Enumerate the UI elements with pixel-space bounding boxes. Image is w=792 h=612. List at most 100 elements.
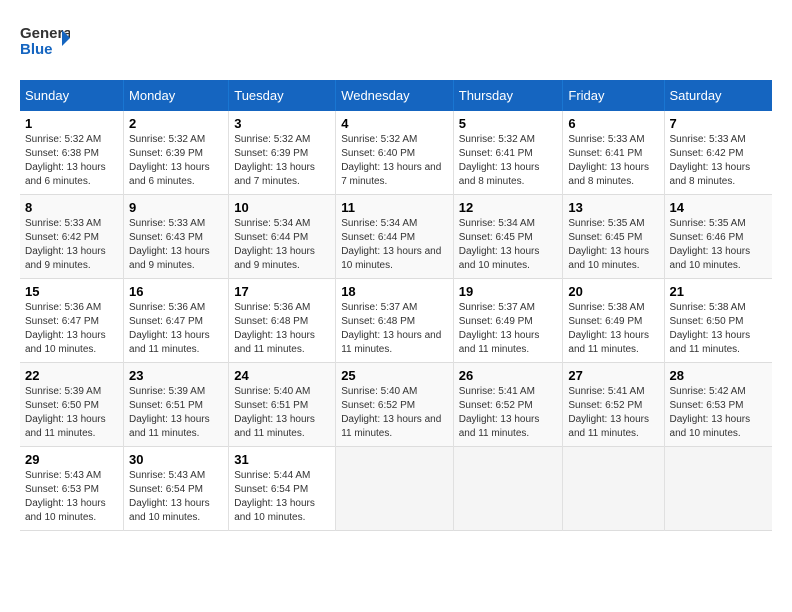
day-cell: 18Sunrise: 5:37 AMSunset: 6:48 PMDayligh… xyxy=(336,279,454,363)
day-cell: 13 Sunrise: 5:35 AMSunset: 6:45 PMDayligh… xyxy=(563,195,664,279)
day-info: Sunrise: 5:40 AMSunset: 6:52 PMDaylight:… xyxy=(341,385,448,441)
day-number: 1 xyxy=(25,116,118,131)
day-number: 13 xyxy=(568,200,658,215)
day-cell: 17 Sunrise: 5:36 AMSunset: 6:48 PMDayligh… xyxy=(229,279,336,363)
week-row-1: 1 Sunrise: 5:32 AMSunset: 6:38 PMDaylight… xyxy=(20,111,772,195)
day-info: Sunrise: 5:38 AMSunset: 6:50 PMDaylight:… xyxy=(670,301,767,357)
header-thursday: Thursday xyxy=(453,80,563,111)
day-info: Sunrise: 5:42 AMSunset: 6:53 PMDaylight:… xyxy=(670,385,767,441)
day-cell: 9Sunrise: 5:33 AMSunset: 6:43 PMDaylight… xyxy=(124,195,229,279)
day-number: 23 xyxy=(129,368,223,383)
logo: General Blue xyxy=(20,20,70,70)
day-cell: 25Sunrise: 5:40 AMSunset: 6:52 PMDayligh… xyxy=(336,363,454,447)
day-cell: 14 Sunrise: 5:35 AMSunset: 6:46 PMDayligh… xyxy=(664,195,772,279)
day-cell: 12 Sunrise: 5:34 AMSunset: 6:45 PMDayligh… xyxy=(453,195,563,279)
page-header: General Blue xyxy=(20,20,772,70)
day-number: 6 xyxy=(568,116,658,131)
svg-text:Blue: Blue xyxy=(20,41,53,58)
day-number: 11 xyxy=(341,200,448,215)
day-cell: 7 Sunrise: 5:33 AMSunset: 6:42 PMDaylight… xyxy=(664,111,772,195)
day-number: 12 xyxy=(459,200,558,215)
day-cell xyxy=(336,447,454,531)
day-cell: 1 Sunrise: 5:32 AMSunset: 6:38 PMDaylight… xyxy=(20,111,124,195)
day-number: 20 xyxy=(568,284,658,299)
day-number: 17 xyxy=(234,284,330,299)
day-cell: 22 Sunrise: 5:39 AMSunset: 6:50 PMDayligh… xyxy=(20,363,124,447)
day-cell: 30 Sunrise: 5:43 AMSunset: 6:54 PMDayligh… xyxy=(124,447,229,531)
week-row-3: 15Sunrise: 5:36 AMSunset: 6:47 PMDayligh… xyxy=(20,279,772,363)
day-cell: 26Sunrise: 5:41 AMSunset: 6:52 PMDayligh… xyxy=(453,363,563,447)
week-row-5: 29 Sunrise: 5:43 AMSunset: 6:53 PMDayligh… xyxy=(20,447,772,531)
day-info: Sunrise: 5:35 AMSunset: 6:45 PMDaylight:… xyxy=(568,217,658,273)
day-cell: 16 Sunrise: 5:36 AMSunset: 6:47 PMDayligh… xyxy=(124,279,229,363)
day-cell: 4Sunrise: 5:32 AMSunset: 6:40 PMDaylight… xyxy=(336,111,454,195)
day-info: Sunrise: 5:32 AMSunset: 6:41 PMDaylight:… xyxy=(459,133,558,189)
day-info: Sunrise: 5:34 AMSunset: 6:45 PMDaylight:… xyxy=(459,217,558,273)
day-cell: 11 Sunrise: 5:34 AMSunset: 6:44 PMDayligh… xyxy=(336,195,454,279)
day-number: 10 xyxy=(234,200,330,215)
day-number: 8 xyxy=(25,200,118,215)
header-row: SundayMondayTuesdayWednesdayThursdayFrid… xyxy=(20,80,772,111)
day-info: Sunrise: 5:34 AMSunset: 6:44 PMDaylight:… xyxy=(234,217,330,273)
day-info: Sunrise: 5:38 AMSunset: 6:49 PMDaylight:… xyxy=(568,301,658,357)
day-info: Sunrise: 5:37 AMSunset: 6:49 PMDaylight:… xyxy=(459,301,558,357)
logo-icon: General Blue xyxy=(20,20,70,65)
day-info: Sunrise: 5:32 AMSunset: 6:39 PMDaylight:… xyxy=(129,133,223,189)
day-number: 16 xyxy=(129,284,223,299)
day-cell: 15Sunrise: 5:36 AMSunset: 6:47 PMDayligh… xyxy=(20,279,124,363)
day-number: 14 xyxy=(670,200,767,215)
day-info: Sunrise: 5:36 AMSunset: 6:47 PMDaylight:… xyxy=(129,301,223,357)
header-wednesday: Wednesday xyxy=(336,80,454,111)
day-info: Sunrise: 5:43 AMSunset: 6:53 PMDaylight:… xyxy=(25,469,118,525)
day-info: Sunrise: 5:32 AMSunset: 6:38 PMDaylight:… xyxy=(25,133,118,189)
day-info: Sunrise: 5:41 AMSunset: 6:52 PMDaylight:… xyxy=(459,385,558,441)
day-cell: 19 Sunrise: 5:37 AMSunset: 6:49 PMDayligh… xyxy=(453,279,563,363)
day-cell: 6Sunrise: 5:33 AMSunset: 6:41 PMDaylight… xyxy=(563,111,664,195)
day-info: Sunrise: 5:33 AMSunset: 6:42 PMDaylight:… xyxy=(670,133,767,189)
day-number: 28 xyxy=(670,368,767,383)
day-number: 27 xyxy=(568,368,658,383)
day-cell: 27 Sunrise: 5:41 AMSunset: 6:52 PMDayligh… xyxy=(563,363,664,447)
day-cell: 29 Sunrise: 5:43 AMSunset: 6:53 PMDayligh… xyxy=(20,447,124,531)
day-cell: 3Sunrise: 5:32 AMSunset: 6:39 PMDaylight… xyxy=(229,111,336,195)
day-cell xyxy=(664,447,772,531)
day-number: 2 xyxy=(129,116,223,131)
day-info: Sunrise: 5:35 AMSunset: 6:46 PMDaylight:… xyxy=(670,217,767,273)
day-cell: 24 Sunrise: 5:40 AMSunset: 6:51 PMDayligh… xyxy=(229,363,336,447)
day-info: Sunrise: 5:39 AMSunset: 6:50 PMDaylight:… xyxy=(25,385,118,441)
day-info: Sunrise: 5:40 AMSunset: 6:51 PMDaylight:… xyxy=(234,385,330,441)
day-number: 19 xyxy=(459,284,558,299)
day-info: Sunrise: 5:36 AMSunset: 6:47 PMDaylight:… xyxy=(25,301,118,357)
day-info: Sunrise: 5:43 AMSunset: 6:54 PMDaylight:… xyxy=(129,469,223,525)
day-cell: 2 Sunrise: 5:32 AMSunset: 6:39 PMDaylight… xyxy=(124,111,229,195)
day-info: Sunrise: 5:39 AMSunset: 6:51 PMDaylight:… xyxy=(129,385,223,441)
day-cell xyxy=(453,447,563,531)
day-number: 29 xyxy=(25,452,118,467)
day-number: 5 xyxy=(459,116,558,131)
day-info: Sunrise: 5:44 AMSunset: 6:54 PMDaylight:… xyxy=(234,469,330,525)
day-number: 21 xyxy=(670,284,767,299)
day-number: 7 xyxy=(670,116,767,131)
day-info: Sunrise: 5:34 AMSunset: 6:44 PMDaylight:… xyxy=(341,217,448,273)
header-saturday: Saturday xyxy=(664,80,772,111)
day-cell: 21 Sunrise: 5:38 AMSunset: 6:50 PMDayligh… xyxy=(664,279,772,363)
day-cell: 10 Sunrise: 5:34 AMSunset: 6:44 PMDayligh… xyxy=(229,195,336,279)
day-cell xyxy=(563,447,664,531)
day-number: 31 xyxy=(234,452,330,467)
day-number: 30 xyxy=(129,452,223,467)
day-number: 22 xyxy=(25,368,118,383)
header-tuesday: Tuesday xyxy=(229,80,336,111)
calendar-table: SundayMondayTuesdayWednesdayThursdayFrid… xyxy=(20,80,772,531)
week-row-4: 22 Sunrise: 5:39 AMSunset: 6:50 PMDayligh… xyxy=(20,363,772,447)
header-sunday: Sunday xyxy=(20,80,124,111)
day-info: Sunrise: 5:32 AMSunset: 6:40 PMDaylight:… xyxy=(341,133,448,189)
day-info: Sunrise: 5:37 AMSunset: 6:48 PMDaylight:… xyxy=(341,301,448,357)
day-info: Sunrise: 5:33 AMSunset: 6:42 PMDaylight:… xyxy=(25,217,118,273)
week-row-2: 8 Sunrise: 5:33 AMSunset: 6:42 PMDaylight… xyxy=(20,195,772,279)
day-number: 24 xyxy=(234,368,330,383)
day-cell: 28 Sunrise: 5:42 AMSunset: 6:53 PMDayligh… xyxy=(664,363,772,447)
day-cell: 5 Sunrise: 5:32 AMSunset: 6:41 PMDaylight… xyxy=(453,111,563,195)
day-info: Sunrise: 5:41 AMSunset: 6:52 PMDaylight:… xyxy=(568,385,658,441)
day-info: Sunrise: 5:36 AMSunset: 6:48 PMDaylight:… xyxy=(234,301,330,357)
header-friday: Friday xyxy=(563,80,664,111)
